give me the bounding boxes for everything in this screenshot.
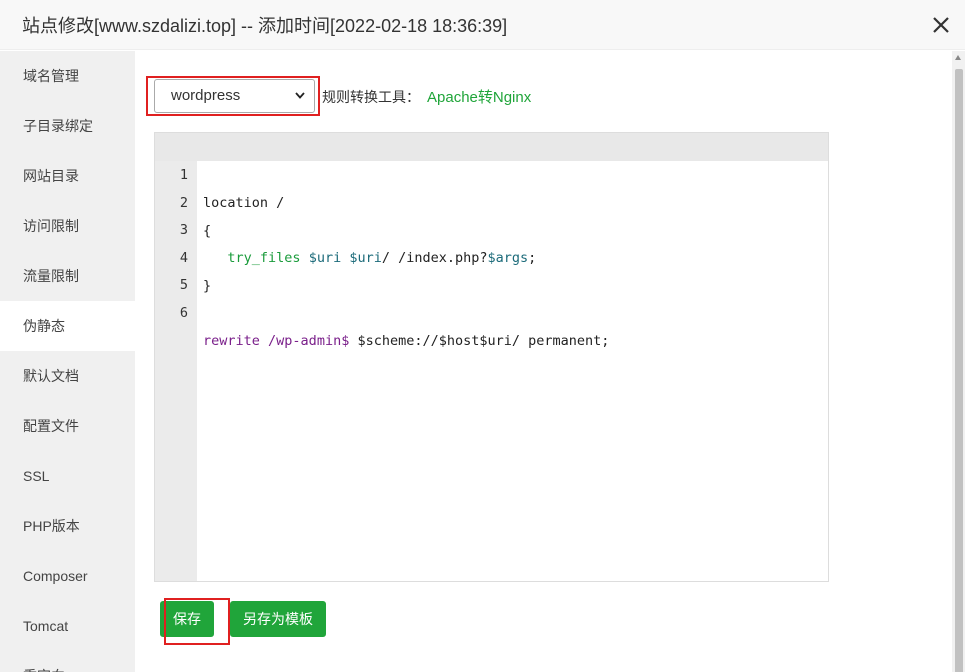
line-number: 6 [179, 305, 188, 321]
sidebar-item-default-document[interactable]: 默认文档 [0, 351, 135, 401]
sidebar-item-subdir-binding[interactable]: 子目录绑定 [0, 101, 135, 151]
save-button[interactable]: 保存 [160, 601, 214, 637]
save-as-template-button[interactable]: 另存为模板 [230, 601, 326, 637]
sidebar-item-ssl[interactable]: SSL [0, 451, 135, 501]
rewrite-template-select[interactable]: wordpress [154, 79, 315, 113]
sidebar-item-rewrite[interactable]: 伪静态 [0, 301, 135, 351]
scroll-up-arrow-icon[interactable] [955, 55, 961, 60]
sidebar-item-config-file[interactable]: 配置文件 [0, 401, 135, 451]
rule-converter-label: 规则转换工具： [322, 89, 420, 105]
sidebar-item-site-directory[interactable]: 网站目录 [0, 151, 135, 201]
sidebar-item-domain[interactable]: 域名管理 [0, 51, 135, 101]
sidebar-item-traffic-limit[interactable]: 流量限制 [0, 251, 135, 301]
apache-to-nginx-link[interactable]: Apache转Nginx [427, 86, 531, 107]
sidebar-item-php-version[interactable]: PHP版本 [0, 501, 135, 551]
chevron-down-icon [295, 92, 305, 99]
scrollbar-thumb[interactable] [955, 69, 963, 672]
sidebar-item-access-limit[interactable]: 访问限制 [0, 201, 135, 251]
code-line: 1 location / [155, 133, 828, 211]
rewrite-template-value: wordpress [171, 87, 241, 104]
dialog-titlebar: 站点修改[www.szdalizi.top] -- 添加时间[2022-02-1… [0, 0, 965, 50]
sidebar-item-composer[interactable]: Composer [0, 551, 135, 601]
sidebar: 域名管理 子目录绑定 网站目录 访问限制 流量限制 伪静态 默认文档 配置文件 … [0, 51, 135, 672]
code-line: 2 { [155, 161, 828, 239]
code-line: 6 rewrite /wp-admin$ $scheme://$host$uri… [155, 271, 828, 349]
rewrite-code-editor[interactable]: 1 location / 2 { 3 try_files $uri $uri/ … [154, 132, 829, 582]
code-line: 5 [155, 243, 828, 293]
rewrite-panel: wordpress 规则转换工具： Apache转Nginx 1 locatio… [135, 51, 952, 672]
site-edit-dialog: 站点修改[www.szdalizi.top] -- 添加时间[2022-02-1… [0, 0, 965, 672]
close-icon[interactable] [930, 14, 952, 36]
code-text: rewrite /wp-admin$ $scheme://$host$uri/ … [203, 333, 610, 349]
code-line: 3 try_files $uri $uri/ /index.php?$args; [155, 188, 828, 266]
vertical-scrollbar[interactable] [952, 51, 965, 672]
dialog-title: 站点修改[www.szdalizi.top] -- 添加时间[2022-02-1… [22, 16, 508, 36]
sidebar-item-tomcat[interactable]: Tomcat [0, 601, 135, 651]
sidebar-item-redirect[interactable]: 重定向 [0, 651, 135, 672]
code-line: 4 } [155, 216, 828, 294]
